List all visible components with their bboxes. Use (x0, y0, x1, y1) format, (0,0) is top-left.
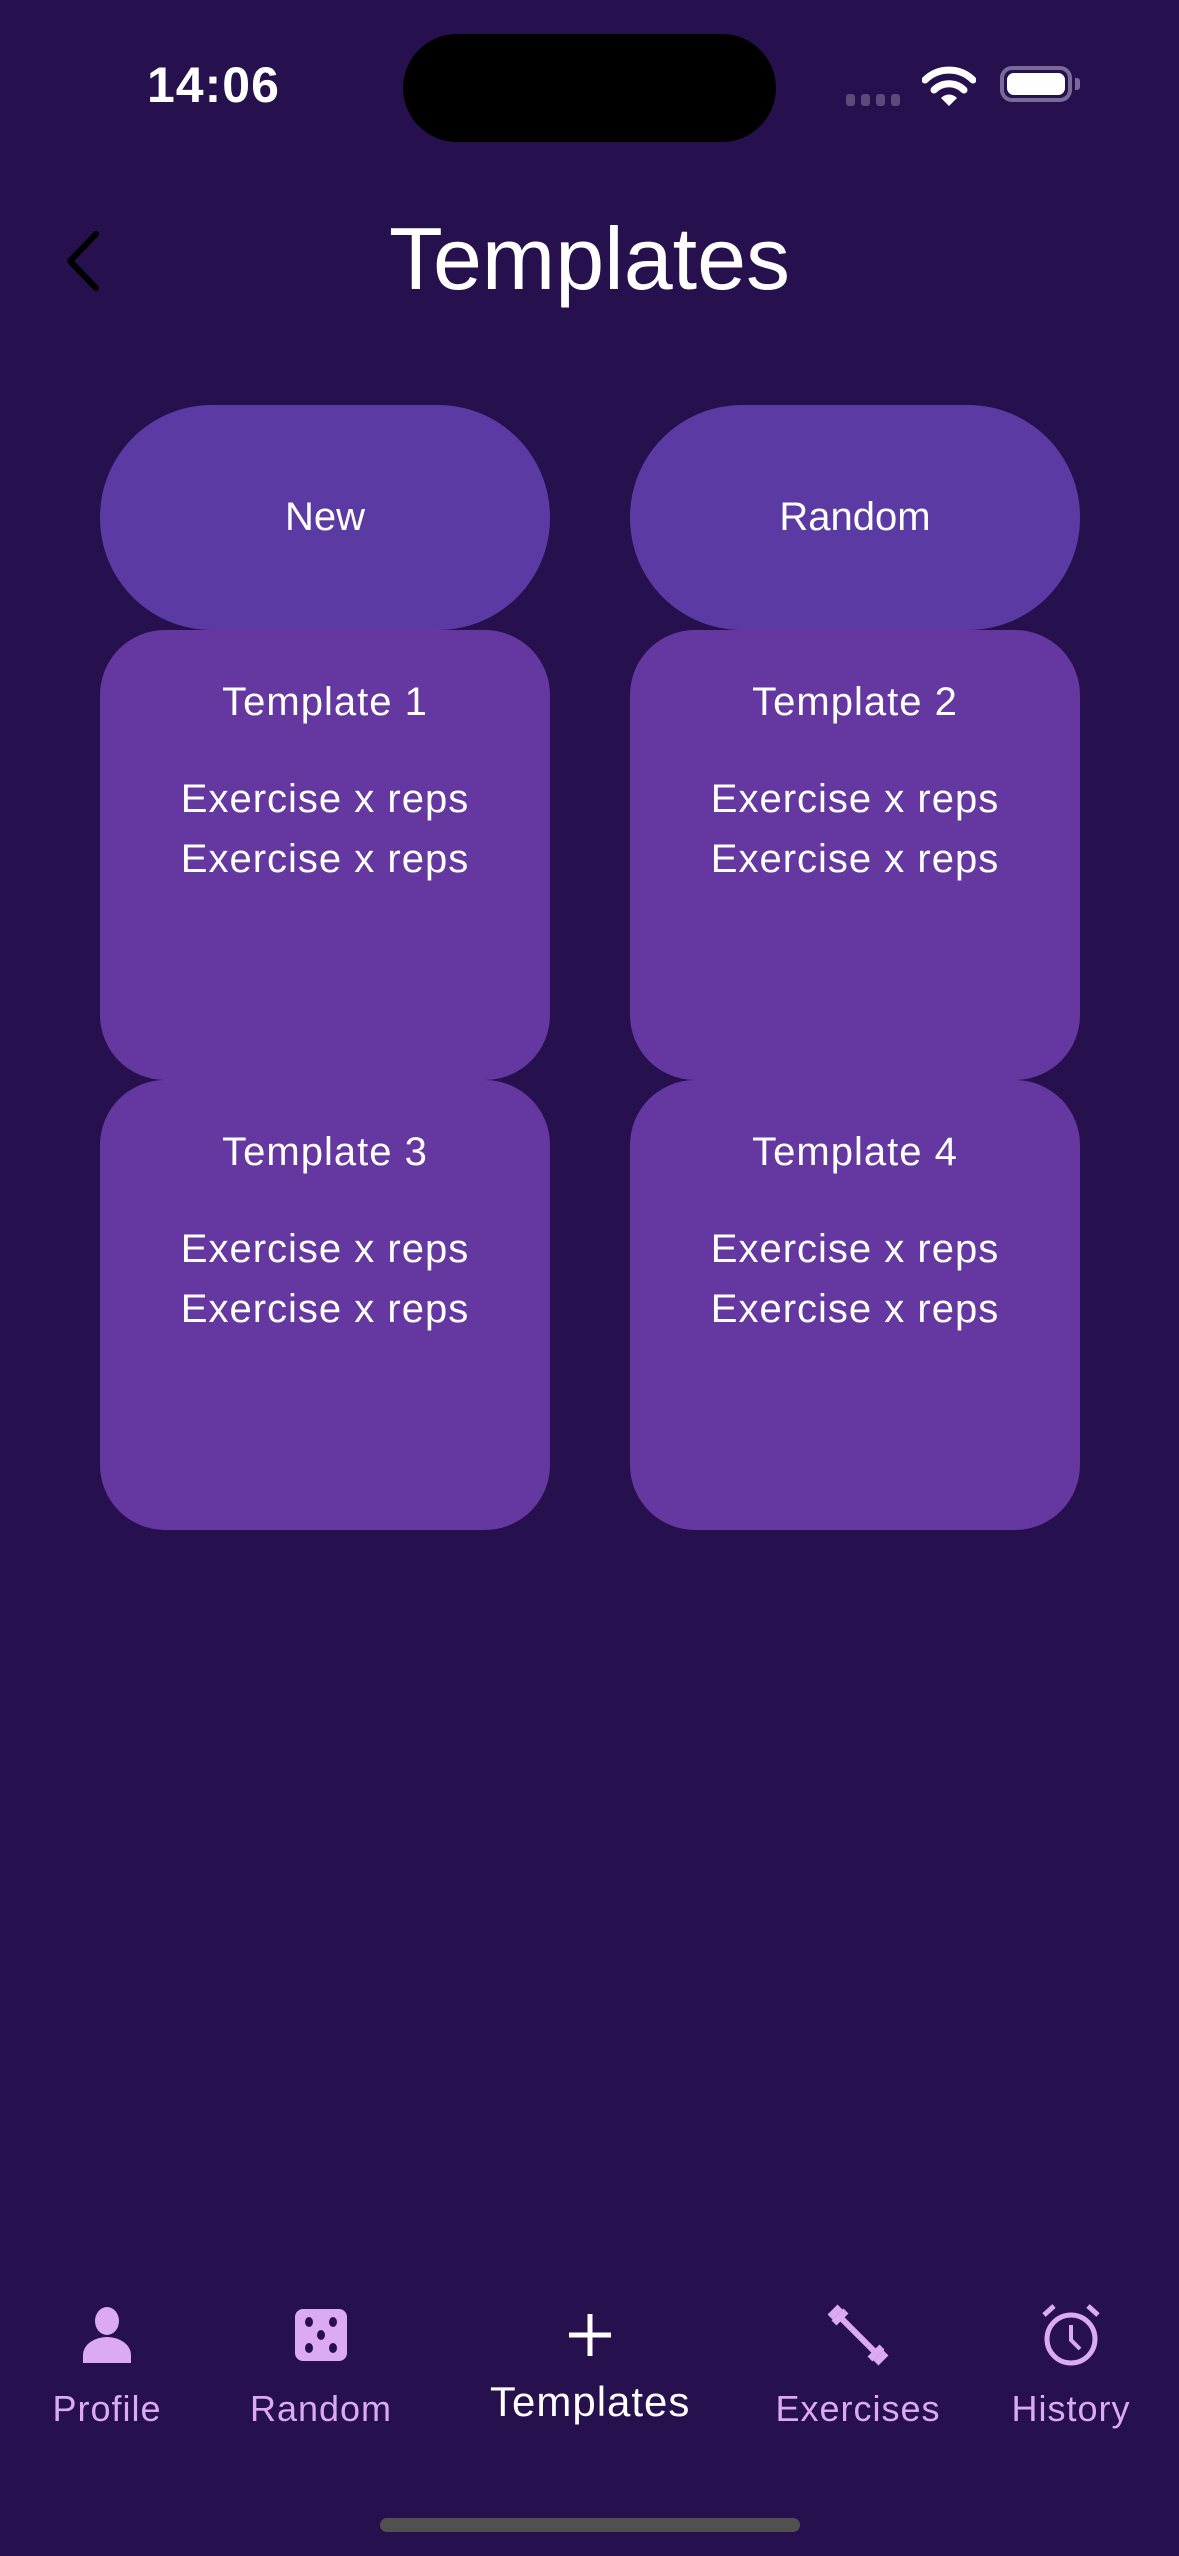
home-indicator (380, 2518, 800, 2532)
battery-tip (1075, 78, 1080, 90)
wifi-icon (922, 66, 976, 106)
template-title: Template 4 (752, 1130, 958, 1174)
status-time: 14:06 (147, 57, 280, 113)
plus-icon (569, 2314, 611, 2356)
template-card[interactable]: Template 2 Exercise x reps Exercise x re… (630, 630, 1080, 1080)
tab-random[interactable]: Random (221, 2300, 421, 2430)
page-title: Templates (388, 209, 791, 308)
template-title: Template 2 (752, 680, 958, 724)
person-icon (83, 2307, 131, 2363)
dice-icon (295, 2309, 347, 2361)
template-title: Template 1 (222, 680, 428, 724)
new-template-button[interactable]: New (100, 405, 550, 630)
exercise-line: Exercise x reps (180, 1227, 470, 1271)
tab-templates[interactable]: Templates (490, 2300, 690, 2426)
tab-label: Templates (490, 2378, 691, 2425)
dumbbell-icon (827, 2304, 889, 2366)
alarm-clock-icon (1042, 2304, 1100, 2366)
exercise-line: Exercise x reps (180, 1287, 470, 1331)
random-template-button[interactable]: Random (630, 405, 1080, 630)
exercise-line: Exercise x reps (710, 837, 1000, 881)
exercise-line: Exercise x reps (180, 777, 470, 821)
exercise-line: Exercise x reps (710, 777, 1000, 821)
tab-label: Profile (52, 2388, 162, 2429)
tab-history[interactable]: History (971, 2300, 1171, 2430)
template-card[interactable]: Template 1 Exercise x reps Exercise x re… (100, 630, 550, 1080)
exercise-line: Exercise x reps (710, 1227, 1000, 1271)
battery-icon (1000, 66, 1072, 102)
tab-exercises[interactable]: Exercises (758, 2300, 958, 2430)
template-card[interactable]: Template 4 Exercise x reps Exercise x re… (630, 1080, 1080, 1530)
exercise-line: Exercise x reps (180, 837, 470, 881)
template-title: Template 3 (222, 1130, 428, 1174)
dynamic-island (403, 34, 776, 142)
exercise-line: Exercise x reps (710, 1287, 1000, 1331)
template-card[interactable]: Template 3 Exercise x reps Exercise x re… (100, 1080, 550, 1530)
tab-label: Exercises (775, 2388, 941, 2429)
tab-label: Random (249, 2388, 393, 2429)
tab-label: History (1011, 2388, 1131, 2429)
cellular-signal-icon (846, 94, 900, 106)
tab-profile[interactable]: Profile (7, 2300, 207, 2430)
